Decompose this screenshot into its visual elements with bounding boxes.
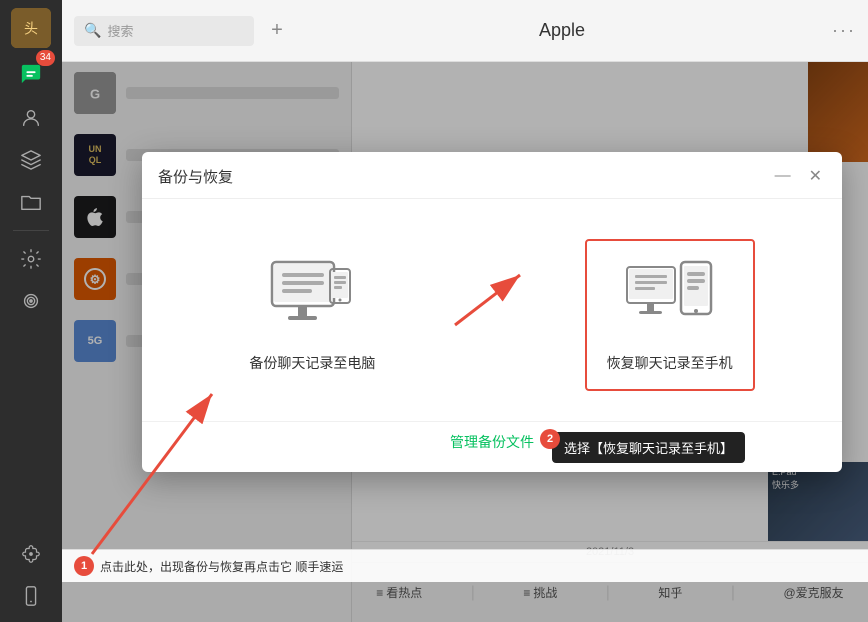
backup-dialog: 备份与恢复 — ✕ bbox=[142, 152, 842, 472]
unread-badge: 34 bbox=[36, 50, 55, 66]
tooltip-bubble: 选择【恢复聊天记录至手机】 bbox=[552, 432, 745, 463]
topbar: 🔍 搜索 + Apple ··· bbox=[62, 0, 868, 62]
sidebar-bottom bbox=[13, 536, 49, 614]
backup-to-pc-label: 备份聊天记录至电脑 bbox=[249, 353, 375, 373]
minimize-button[interactable]: — bbox=[771, 165, 795, 187]
sidebar: 头 34 bbox=[0, 0, 62, 622]
content-area: G UNQL bbox=[62, 62, 868, 622]
folder-nav-icon[interactable] bbox=[13, 184, 49, 220]
plugin-nav-icon[interactable] bbox=[13, 536, 49, 572]
monitor-icon bbox=[262, 257, 362, 337]
avatar[interactable]: 头 bbox=[11, 8, 51, 48]
sidebar-divider bbox=[13, 230, 49, 231]
more-button[interactable]: ··· bbox=[832, 20, 856, 41]
contacts-nav-icon[interactable] bbox=[13, 100, 49, 136]
search-box[interactable]: 🔍 搜索 bbox=[74, 16, 254, 46]
bottom-annotation: 1 点击此处，出现备份与恢复再点击它 顺手速运 bbox=[62, 549, 868, 582]
phone-nav-icon[interactable] bbox=[13, 578, 49, 614]
phone-restore-icon bbox=[620, 257, 720, 337]
annotation-circle-2: 2 bbox=[540, 429, 560, 449]
box-nav-icon[interactable] bbox=[13, 142, 49, 178]
close-button[interactable]: ✕ bbox=[805, 164, 826, 188]
camera-nav-icon[interactable] bbox=[13, 283, 49, 319]
arrow-container bbox=[450, 270, 530, 330]
dialog-titlebar: 备份与恢复 — ✕ bbox=[142, 152, 842, 199]
main-area: 🔍 搜索 + Apple ··· G UNQL bbox=[62, 0, 868, 622]
restore-to-phone-option[interactable]: 恢复聊天记录至手机 bbox=[585, 239, 755, 391]
dialog-controls: — ✕ bbox=[771, 164, 826, 188]
chat-nav-item[interactable]: 34 bbox=[11, 54, 51, 94]
dialog-body: 备份聊天记录至电脑 bbox=[142, 199, 842, 421]
search-input-label: 搜索 bbox=[107, 21, 133, 40]
search-icon: 🔍 bbox=[84, 22, 101, 39]
dialog-title: 备份与恢复 bbox=[158, 166, 233, 187]
add-button[interactable]: + bbox=[262, 16, 292, 46]
settings-nav-icon[interactable] bbox=[13, 241, 49, 277]
backup-to-pc-option[interactable]: 备份聊天记录至电脑 bbox=[229, 241, 395, 389]
page-title: Apple bbox=[300, 20, 824, 41]
restore-to-phone-label: 恢复聊天记录至手机 bbox=[607, 353, 733, 373]
annotation-circle-1: 1 bbox=[74, 556, 94, 576]
annotation-text-1: 点击此处，出现备份与恢复再点击它 顺手速运 bbox=[100, 558, 343, 575]
svg-text:头: 头 bbox=[24, 21, 38, 37]
